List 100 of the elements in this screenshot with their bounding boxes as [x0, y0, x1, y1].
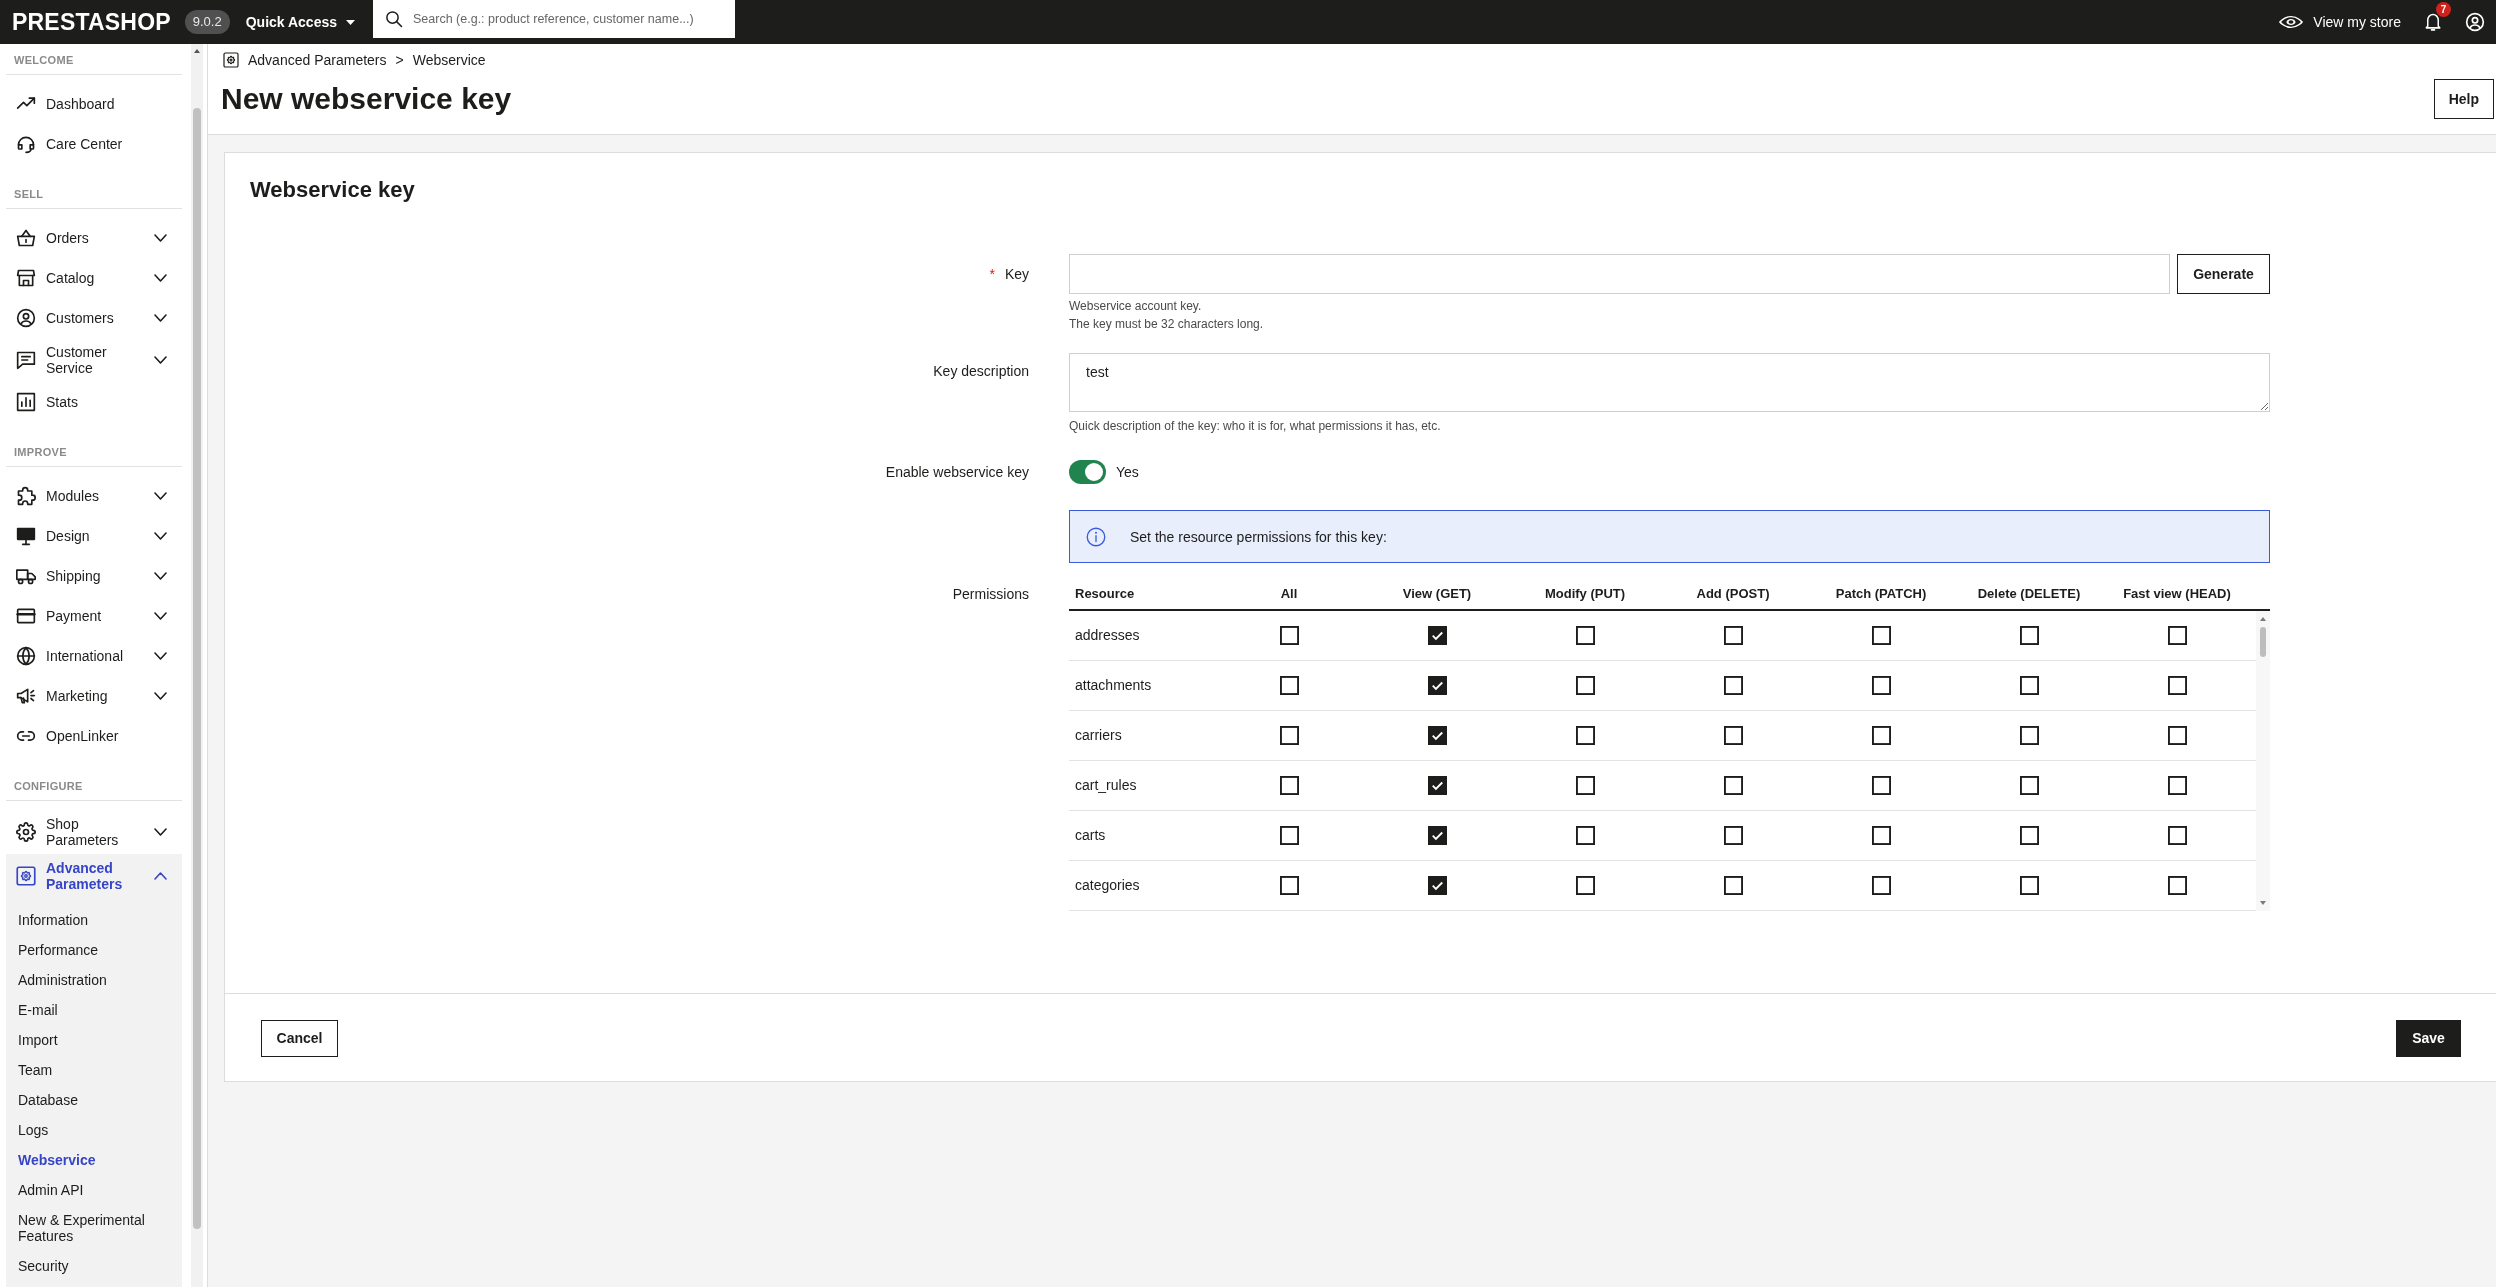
- checkbox[interactable]: [1723, 726, 1743, 745]
- submenu-item[interactable]: New & Experimental Features: [6, 1205, 182, 1251]
- checkbox[interactable]: [1427, 876, 1447, 895]
- sidebar-item[interactable]: Advanced Parameters: [6, 854, 182, 898]
- checkbox[interactable]: [2167, 726, 2187, 745]
- sidebar-item[interactable]: Catalog: [6, 258, 182, 298]
- megaphone-icon: [16, 686, 36, 706]
- checkbox[interactable]: [1871, 826, 1891, 845]
- submenu-item[interactable]: E-mail: [6, 995, 182, 1025]
- sidebar-item[interactable]: Stats: [6, 382, 182, 422]
- sidebar-item[interactable]: Modules: [6, 476, 182, 516]
- sidebar-item[interactable]: Customer Service: [6, 338, 182, 382]
- scrollbar[interactable]: [2256, 611, 2270, 911]
- breadcrumb-link[interactable]: Advanced Parameters: [248, 49, 387, 71]
- column-header: Add (POST): [1695, 584, 1771, 603]
- sidebar-item[interactable]: Dashboard: [6, 84, 182, 124]
- generate-button[interactable]: Generate: [2177, 254, 2270, 294]
- submenu-item[interactable]: Performance: [6, 935, 182, 965]
- submenu-item[interactable]: Administration: [6, 965, 182, 995]
- sidebar-item[interactable]: Orders: [6, 218, 182, 258]
- submenu-item[interactable]: Logs: [6, 1115, 182, 1145]
- checkbox[interactable]: [1575, 876, 1595, 895]
- submenu-item[interactable]: Import: [6, 1025, 182, 1055]
- checkbox[interactable]: [1427, 776, 1447, 795]
- help-text: The key must be 32 characters long.: [1069, 316, 1265, 333]
- submenu-item[interactable]: Security: [6, 1251, 182, 1281]
- sidebar-item[interactable]: Payment: [6, 596, 182, 636]
- field-label: Permissions: [952, 585, 1029, 604]
- checkbox[interactable]: [2019, 676, 2039, 695]
- section-heading: CONFIGURE: [6, 756, 182, 801]
- checkbox[interactable]: [1723, 876, 1743, 895]
- column-header: All: [1279, 584, 1299, 603]
- checkbox[interactable]: [1871, 676, 1891, 695]
- sidebar-item[interactable]: Customers: [6, 298, 182, 338]
- checkbox[interactable]: [1723, 626, 1743, 645]
- checkbox[interactable]: [1575, 826, 1595, 845]
- checkbox[interactable]: [2019, 626, 2039, 645]
- logo[interactable]: PRESTASHOP: [12, 9, 171, 35]
- sidebar-item[interactable]: Shipping: [6, 556, 182, 596]
- submenu-item[interactable]: Team: [6, 1055, 182, 1085]
- scrollbar[interactable]: [191, 44, 203, 1287]
- checkbox[interactable]: [2167, 676, 2187, 695]
- checkbox[interactable]: [1427, 726, 1447, 745]
- table-cell-text: carriers: [1074, 726, 1123, 745]
- help-text: Quick description of the key: who it is for, what permissions it has, etc.: [1069, 418, 1442, 435]
- checkbox[interactable]: [1279, 826, 1299, 845]
- checkbox[interactable]: [1575, 676, 1595, 695]
- submenu-item[interactable]: Database: [6, 1085, 182, 1115]
- gear-square-icon: [16, 866, 36, 886]
- submenu-item[interactable]: Admin API: [6, 1175, 182, 1205]
- checkbox[interactable]: [2019, 776, 2039, 795]
- checkbox[interactable]: [1279, 776, 1299, 795]
- sidebar-item[interactable]: Care Center: [6, 124, 182, 164]
- submenu-item[interactable]: Webservice: [6, 1145, 182, 1175]
- checkbox[interactable]: [1871, 776, 1891, 795]
- submenu-item[interactable]: Information: [6, 905, 182, 935]
- checkbox[interactable]: [1871, 876, 1891, 895]
- key-input[interactable]: [1069, 254, 2170, 294]
- checkbox[interactable]: [1279, 876, 1299, 895]
- checkbox[interactable]: [2167, 776, 2187, 795]
- bell-icon[interactable]: [2424, 12, 2442, 32]
- checkbox[interactable]: [2019, 726, 2039, 745]
- checkbox[interactable]: [1427, 676, 1447, 695]
- breadcrumb-current: Webservice: [412, 50, 486, 70]
- help-button[interactable]: Help: [2433, 79, 2494, 119]
- checkbox[interactable]: [1427, 626, 1447, 645]
- checkbox[interactable]: [2167, 826, 2187, 845]
- sidebar-item[interactable]: Marketing: [6, 676, 182, 716]
- checkbox[interactable]: [1723, 676, 1743, 695]
- toggle-switch[interactable]: [1069, 460, 1106, 484]
- checkbox[interactable]: [1575, 776, 1595, 795]
- checkbox[interactable]: [1427, 826, 1447, 845]
- sidebar-item[interactable]: OpenLinker: [6, 716, 182, 756]
- search-field[interactable]: Search (e.g.: product reference, customer name...): [373, 0, 736, 38]
- quick-access-menu[interactable]: Quick Access: [245, 11, 356, 33]
- checkbox[interactable]: [2167, 876, 2187, 895]
- checkbox[interactable]: [2019, 876, 2039, 895]
- checkbox[interactable]: [1723, 776, 1743, 795]
- table-cell-text: cart_rules: [1074, 776, 1138, 795]
- cancel-button[interactable]: Cancel: [261, 1020, 338, 1057]
- checkbox[interactable]: [1279, 626, 1299, 645]
- checkbox[interactable]: [1575, 726, 1595, 745]
- user-circle-icon[interactable]: [2465, 12, 2485, 32]
- checkbox[interactable]: [2019, 826, 2039, 845]
- checkbox[interactable]: [1871, 726, 1891, 745]
- checkbox[interactable]: [1279, 726, 1299, 745]
- sidebar-item[interactable]: Shop Parameters: [6, 810, 182, 854]
- description-textarea[interactable]: test: [1069, 353, 2270, 412]
- sidebar-item[interactable]: Design: [6, 516, 182, 556]
- column-header: Resource: [1074, 584, 1136, 603]
- checkbox[interactable]: [1279, 676, 1299, 695]
- save-button[interactable]: Save: [2396, 1020, 2461, 1057]
- section-heading: IMPROVE: [6, 422, 182, 467]
- view-store-link[interactable]: View my store: [2279, 11, 2401, 33]
- checkbox[interactable]: [1871, 626, 1891, 645]
- checkbox[interactable]: [2167, 626, 2187, 645]
- basket-icon: [16, 228, 36, 248]
- checkbox[interactable]: [1723, 826, 1743, 845]
- sidebar-item[interactable]: International: [6, 636, 182, 676]
- checkbox[interactable]: [1575, 626, 1595, 645]
